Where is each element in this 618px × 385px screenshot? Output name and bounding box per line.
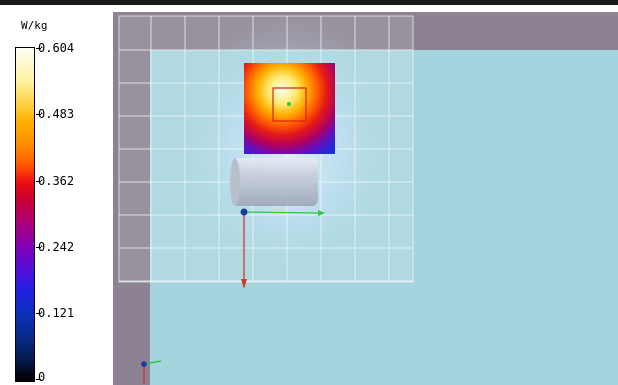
legend-tick-label-2: 0.483 [38,107,75,121]
device-cylinder [232,158,318,206]
origin-dot-icon [240,208,248,216]
device-cylinder-end [230,158,240,206]
legend-tick-label-4: 0.242 [38,240,75,254]
peak-location-icon [287,102,291,106]
scene-canvas[interactable] [113,12,618,385]
legend-tick-label-min: 0 [38,370,46,384]
legend-unit-label: W/kg [21,19,48,32]
legend-tick-label-5: 0.121 [38,306,75,320]
3d-viewport[interactable] [113,12,618,385]
sar-color-legend: W/kg 0.604 0.483 0.362 0.242 0.121 0 [0,5,113,385]
legend-tick-label-max: 0.604 [38,41,75,55]
sar-distribution-map [244,63,335,154]
legend-tick-label-3: 0.362 [38,174,75,188]
colorbar-gradient [15,47,35,382]
